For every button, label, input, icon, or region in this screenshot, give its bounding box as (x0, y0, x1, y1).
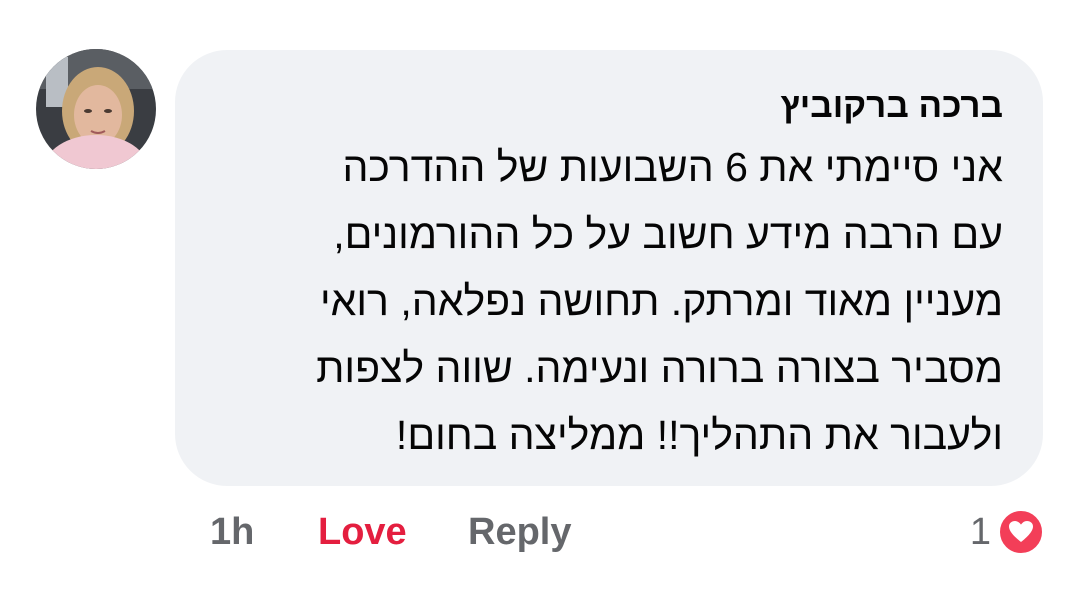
comment-line: מעניין מאוד ומרתק. תחושה נפלאה, רואי (320, 278, 1003, 324)
comment-line: אני סיימתי את 6 השבועות של ההדרכה (342, 144, 1003, 190)
heart-icon (997, 508, 1045, 556)
comment-text: אני סיימתי את 6 השבועות של ההדרכה עם הרב… (211, 134, 1003, 469)
comment-line: עם הרבה מידע חשוב על כל ההורמונים, (333, 211, 1003, 257)
profile-photo (36, 49, 156, 169)
avatar[interactable] (36, 49, 156, 169)
timestamp[interactable]: 1h (210, 504, 254, 560)
love-button[interactable]: Love (318, 504, 407, 560)
comment-author[interactable]: ברכה ברקוביץ (211, 82, 1003, 130)
comment-bubble: ברכה ברקוביץ אני סיימתי את 6 השבועות של … (175, 50, 1043, 486)
reply-button[interactable]: Reply (468, 504, 571, 560)
reaction-count: 1 (969, 510, 991, 553)
comment-line: ולעבור את התהליך!! ממליצה בחום! (395, 412, 1003, 458)
reaction-summary[interactable]: 1 (970, 504, 1045, 560)
comment-line: מסביר בצורה ברורה ונעימה. שווה לצפות (316, 345, 1003, 391)
comment-actions: 1h Love Reply 1 (0, 504, 1067, 564)
